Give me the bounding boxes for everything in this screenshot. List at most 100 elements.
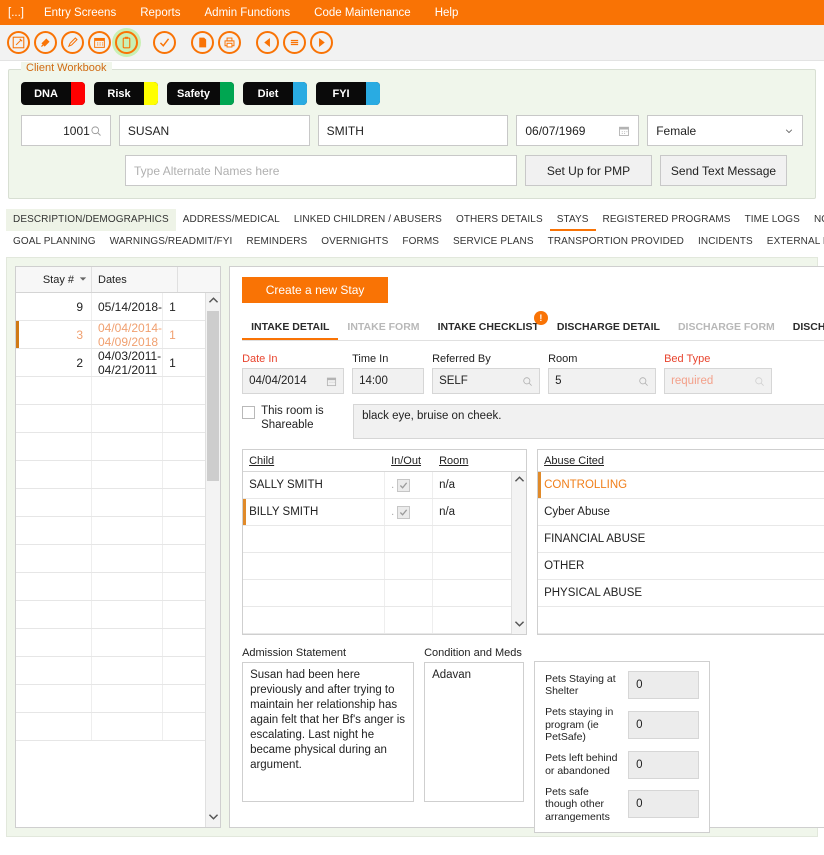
flag-tag-diet[interactable]: Diet xyxy=(243,82,308,105)
table-row-empty[interactable] xyxy=(538,607,824,634)
menu-item-more[interactable]: [...] xyxy=(8,7,32,19)
setup-pmp-button[interactable]: Set Up for PMP xyxy=(525,155,652,186)
tab-description-demographics[interactable]: DESCRIPTION/DEMOGRAPHICS xyxy=(6,209,176,231)
client-id-field[interactable]: 1001 xyxy=(21,115,111,146)
table-row[interactable]: BILLY SMITH . n/a xyxy=(243,499,512,526)
tab-intake-checklist[interactable]: INTAKE CHECKLIST ! xyxy=(429,311,548,340)
flag-tag-dna[interactable]: DNA xyxy=(21,82,85,105)
alternate-names-input[interactable]: Type Alternate Names here xyxy=(125,155,517,186)
table-row-empty[interactable] xyxy=(16,629,206,657)
table-row-empty[interactable] xyxy=(16,657,206,685)
create-new-stay-button[interactable]: Create a new Stay xyxy=(242,277,389,303)
child-inout-cell[interactable]: . xyxy=(385,472,434,498)
flag-tag-safety[interactable]: Safety xyxy=(167,82,235,105)
scroll-thumb[interactable] xyxy=(207,311,220,481)
tab-address-medical[interactable]: ADDRESS/MEDICAL xyxy=(176,209,287,231)
table-row[interactable]: 2 04/03/2011-04/21/2011 1 xyxy=(16,349,206,377)
table-row-empty[interactable] xyxy=(16,461,206,489)
pets-shelter-input[interactable]: 0 xyxy=(628,671,700,699)
condition-meds-textarea[interactable]: Adavan xyxy=(424,662,525,802)
table-row[interactable]: 9 05/14/2018- 1 xyxy=(16,293,206,321)
table-row[interactable]: OTHER xyxy=(538,553,824,580)
flag-tag-fyi[interactable]: FYI xyxy=(316,82,381,105)
tab-incidents[interactable]: INCIDENTS xyxy=(691,231,760,253)
menu-item-reports[interactable]: Reports xyxy=(140,7,194,19)
table-row-empty[interactable] xyxy=(243,607,512,634)
menu-item-code-maintenance[interactable]: Code Maintenance xyxy=(314,7,425,19)
children-grid-scrollbar[interactable] xyxy=(511,472,527,634)
stays-grid-scrollbar[interactable] xyxy=(205,293,221,827)
chevron-down-icon[interactable] xyxy=(784,126,794,136)
menu-icon[interactable] xyxy=(283,31,306,54)
room-input[interactable]: 5 xyxy=(548,368,657,394)
tab-reminders[interactable]: REMINDERS xyxy=(239,231,314,253)
scroll-track[interactable] xyxy=(512,490,526,616)
table-row[interactable]: SALLY SMITH . n/a xyxy=(243,472,512,499)
tab-discharge-detail[interactable]: DISCHARGE DETAIL xyxy=(548,317,669,340)
checkmark-icon[interactable] xyxy=(153,31,176,54)
calendar-icon[interactable] xyxy=(618,125,630,137)
referred-by-input[interactable]: SELF xyxy=(432,368,541,394)
pencil-icon[interactable] xyxy=(61,31,84,54)
room-shareable-checkbox[interactable] xyxy=(242,406,256,419)
last-name-field[interactable]: SMITH xyxy=(317,115,509,146)
table-row-empty[interactable] xyxy=(16,601,206,629)
next-icon[interactable] xyxy=(310,31,333,54)
tab-stays[interactable]: STAYS xyxy=(549,209,596,231)
table-row-empty[interactable] xyxy=(243,553,512,580)
table-row-empty[interactable] xyxy=(16,517,206,545)
pets-program-input[interactable]: 0 xyxy=(628,710,700,739)
flag-tag-risk[interactable]: Risk xyxy=(94,82,158,105)
tab-goal-planning[interactable]: GOAL PLANNING xyxy=(6,231,103,253)
table-row[interactable]: Cyber Abuse xyxy=(538,499,824,526)
admission-statement-textarea[interactable]: Susan had been here previously and after… xyxy=(242,662,415,802)
pets-abandoned-input[interactable]: 0 xyxy=(628,750,700,779)
previous-icon[interactable] xyxy=(256,31,279,54)
child-inout-checkbox[interactable] xyxy=(397,505,411,519)
tab-external-documents[interactable]: EXTERNAL DOCUMENTS xyxy=(760,231,824,253)
table-row-empty[interactable] xyxy=(16,489,206,517)
tab-others-details[interactable]: OTHERS DETAILS xyxy=(449,209,550,231)
injury-note-input[interactable]: black eye, bruise on cheek. xyxy=(353,404,824,439)
search-icon[interactable] xyxy=(522,376,533,387)
sort-descending-icon[interactable] xyxy=(79,274,87,286)
document-icon[interactable] xyxy=(191,31,214,54)
table-row-empty[interactable] xyxy=(16,685,206,713)
table-row[interactable]: FINANCIAL ABUSE xyxy=(538,526,824,553)
table-row-empty[interactable] xyxy=(243,580,512,607)
scroll-up-icon[interactable] xyxy=(514,472,525,490)
tab-linked-children-abusers[interactable]: LINKED CHILDREN / ABUSERS xyxy=(287,209,449,231)
tab-intake-detail[interactable]: INTAKE DETAIL xyxy=(242,317,339,340)
menu-item-admin-functions[interactable]: Admin Functions xyxy=(205,7,305,19)
tab-intake-form[interactable]: INTAKE FORM xyxy=(338,317,428,340)
dob-field[interactable]: 06/07/1969 xyxy=(516,115,640,146)
tab-service-plans[interactable]: SERVICE PLANS xyxy=(446,231,541,253)
gender-select[interactable]: Female xyxy=(647,115,804,146)
table-row-empty[interactable] xyxy=(243,526,512,553)
send-text-message-button[interactable]: Send Text Message xyxy=(660,155,787,186)
stays-header-dates[interactable]: Dates xyxy=(92,267,179,292)
table-row-empty[interactable] xyxy=(16,433,206,461)
tab-registered-programs[interactable]: REGISTERED PROGRAMS xyxy=(596,209,738,231)
bed-type-input[interactable]: required xyxy=(664,368,773,394)
children-header-room[interactable]: Room xyxy=(433,450,526,471)
scroll-down-icon[interactable] xyxy=(208,809,219,827)
child-inout-cell[interactable]: . xyxy=(385,499,434,525)
table-row-empty[interactable] xyxy=(16,545,206,573)
menu-item-entry-screens[interactable]: Entry Screens xyxy=(44,7,130,19)
first-name-field[interactable]: SUSAN xyxy=(118,115,310,146)
tab-warnings-readmit-fyi[interactable]: WARNINGS/READMIT/FYI xyxy=(103,231,240,253)
children-header-child[interactable]: Child xyxy=(243,450,385,471)
stays-header-stay-number[interactable]: Stay # xyxy=(16,267,92,292)
children-header-inout[interactable]: In/Out xyxy=(385,450,433,471)
tab-transportion-provided[interactable]: TRANSPORTION PROVIDED xyxy=(541,231,691,253)
tab-discharge-form[interactable]: DISCHARGE FORM xyxy=(669,317,784,340)
search-icon[interactable] xyxy=(638,376,649,387)
abuse-header-label[interactable]: Abuse Cited xyxy=(538,450,824,471)
tab-time-logs[interactable]: TIME LOGS xyxy=(738,209,807,231)
search-icon[interactable] xyxy=(90,125,102,137)
table-row[interactable]: 3 04/04/2014-04/09/2018 1 xyxy=(16,321,206,349)
table-row-empty[interactable] xyxy=(16,405,206,433)
calendar-icon[interactable] xyxy=(88,31,111,54)
pets-other-input[interactable]: 0 xyxy=(628,790,700,819)
